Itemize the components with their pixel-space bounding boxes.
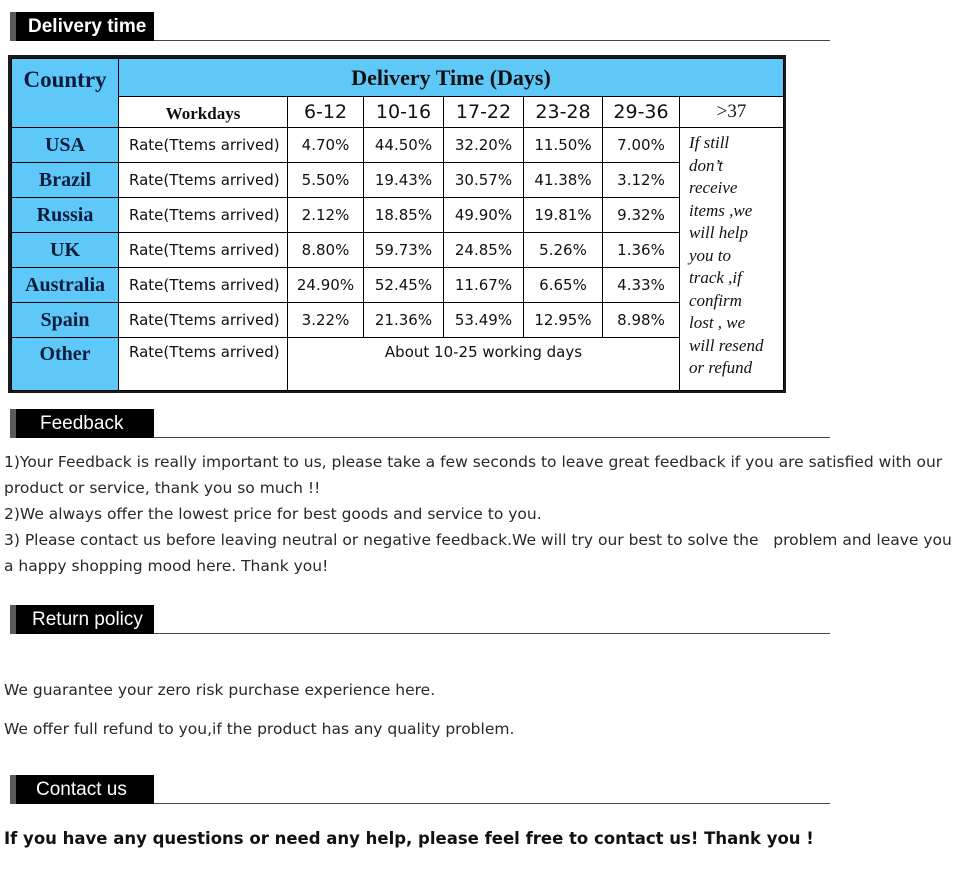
- rate-value: 9.32%: [602, 197, 680, 233]
- range-header: >37: [679, 96, 784, 128]
- note-line: or refund: [689, 358, 753, 377]
- rate-value: 19.81%: [523, 197, 603, 233]
- rate-value: 6.65%: [523, 267, 603, 303]
- rate-value: 59.73%: [363, 232, 444, 268]
- rate-value: 3.22%: [287, 302, 364, 338]
- rate-value: 41.38%: [523, 162, 603, 198]
- rate-value: 49.90%: [443, 197, 524, 233]
- range-header: 10-16: [363, 96, 444, 128]
- range-header: 17-22: [443, 96, 524, 128]
- divider: [154, 437, 830, 438]
- note-line: items ,we: [689, 200, 753, 220]
- table-row: Spain Rate(Ttems arrived) 3.22% 21.36% 5…: [11, 302, 784, 338]
- rate-label: Rate(Ttems arrived): [118, 127, 288, 163]
- section-header-contact-us: Contact us: [10, 775, 830, 804]
- rate-value: 4.33%: [602, 267, 680, 303]
- rate-value: 3.12%: [602, 162, 680, 198]
- rate-value: 2.12%: [287, 197, 364, 233]
- note-line: will help: [689, 223, 749, 242]
- divider: [154, 803, 830, 804]
- section-title: Return policy: [10, 605, 154, 634]
- rate-value: 12.95%: [523, 302, 603, 338]
- range-header: 23-28: [523, 96, 603, 128]
- rate-label: Rate(Ttems arrived): [118, 302, 288, 338]
- rate-value: 5.50%: [287, 162, 364, 198]
- feedback-item-2: 2)We always offer the lowest price for b…: [4, 505, 542, 523]
- rate-value: 11.67%: [443, 267, 524, 303]
- rate-label: Rate(Ttems arrived): [118, 267, 288, 303]
- rate-value: 30.57%: [443, 162, 524, 198]
- note-line: you to: [689, 245, 732, 265]
- rate-value: 5.26%: [523, 232, 603, 268]
- rate-value: 1.36%: [602, 232, 680, 268]
- divider: [154, 40, 830, 41]
- rate-value: 4.70%: [287, 127, 364, 163]
- rate-label: Rate(Ttems arrived): [118, 232, 288, 268]
- delivery-time-table: Country Delivery Time (Days) Workdays 6-…: [8, 55, 786, 393]
- range-header: 6-12: [287, 96, 364, 128]
- rate-value: 24.90%: [287, 267, 364, 303]
- rate-value: 11.50%: [523, 127, 603, 163]
- rate-value: 44.50%: [363, 127, 444, 163]
- section-header-delivery-time: Delivery time: [10, 12, 830, 41]
- table-row: Other Rate(Ttems arrived) About 10-25 wo…: [11, 337, 784, 391]
- country-cell: Brazil: [11, 162, 119, 198]
- section-title: Feedback: [10, 409, 154, 438]
- rate-label: Rate(Ttems arrived): [118, 337, 288, 391]
- contact-message: If you have any questions or need any he…: [4, 829, 814, 848]
- rate-value: 19.43%: [363, 162, 444, 198]
- country-cell: USA: [11, 127, 119, 163]
- rate-value: 8.98%: [602, 302, 680, 338]
- table-row: USA Rate(Ttems arrived) 4.70% 44.50% 32.…: [11, 127, 784, 391]
- section-header-return-policy: Return policy: [10, 605, 830, 634]
- country-cell: UK: [11, 232, 119, 268]
- note-line: track ,if: [689, 268, 742, 287]
- country-header: Country: [11, 58, 119, 128]
- tracking-note: If still don’t receive items ,we will he…: [679, 127, 784, 391]
- note-line: will resend: [689, 335, 764, 355]
- note-line: don’t: [689, 155, 723, 175]
- note-line: confirm: [689, 290, 742, 310]
- rate-value: 53.49%: [443, 302, 524, 338]
- return-policy-line-2: We offer full refund to you,if the produ…: [4, 720, 515, 738]
- note-line: receive: [689, 178, 738, 197]
- country-cell: Other: [11, 337, 119, 391]
- table-row: Russia Rate(Ttems arrived) 2.12% 18.85% …: [11, 197, 784, 233]
- feedback-item-3: 3) Please contact us before leaving neut…: [4, 531, 952, 575]
- section-title: Delivery time: [10, 12, 154, 41]
- rate-value: 32.20%: [443, 127, 524, 163]
- note-line: If still: [689, 133, 730, 152]
- rate-value: 52.45%: [363, 267, 444, 303]
- rate-value: 24.85%: [443, 232, 524, 268]
- rate-value: 18.85%: [363, 197, 444, 233]
- return-policy-line-1: We guarantee your zero risk purchase exp…: [4, 681, 436, 699]
- section-title: Contact us: [10, 775, 154, 804]
- section-header-feedback: Feedback: [10, 409, 830, 438]
- country-cell: Spain: [11, 302, 119, 338]
- country-cell: Australia: [11, 267, 119, 303]
- range-header: 29-36: [602, 96, 680, 128]
- table-row: Australia Rate(Ttems arrived) 24.90% 52.…: [11, 267, 784, 303]
- divider: [154, 633, 830, 634]
- workdays-header: Workdays: [118, 96, 288, 128]
- rate-value: 8.80%: [287, 232, 364, 268]
- note-line: lost , we: [689, 313, 746, 332]
- table-title: Delivery Time (Days): [118, 58, 784, 97]
- table-row: UK Rate(Ttems arrived) 8.80% 59.73% 24.8…: [11, 232, 784, 268]
- feedback-item-1: 1)Your Feedback is really important to u…: [4, 453, 943, 497]
- table-row: Brazil Rate(Ttems arrived) 5.50% 19.43% …: [11, 162, 784, 198]
- rate-label: Rate(Ttems arrived): [118, 197, 288, 233]
- rate-value: 7.00%: [602, 127, 680, 163]
- rate-label: Rate(Ttems arrived): [118, 162, 288, 198]
- other-delivery-estimate: About 10-25 working days: [287, 337, 680, 391]
- country-cell: Russia: [11, 197, 119, 233]
- rate-value: 21.36%: [363, 302, 444, 338]
